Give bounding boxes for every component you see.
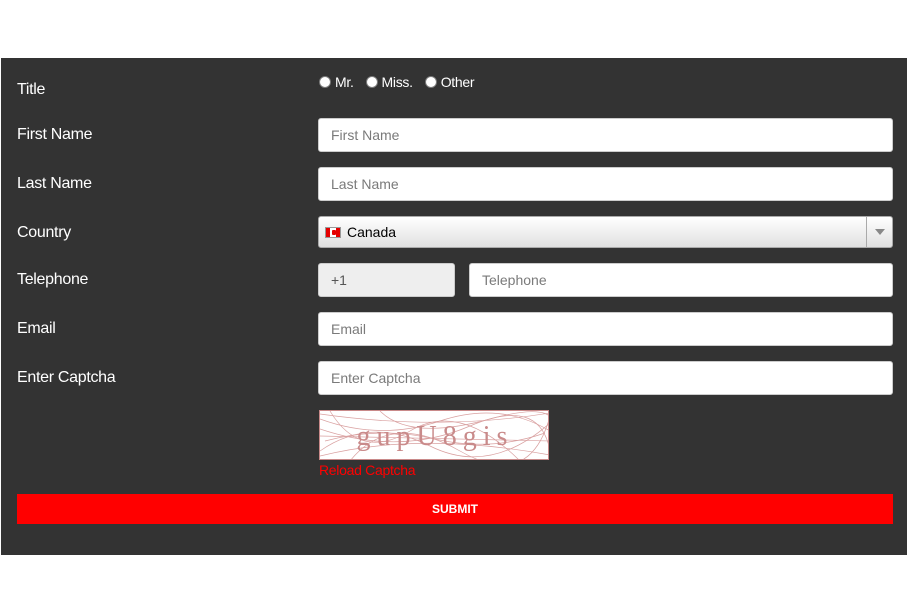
radio-label-other: Other	[440, 74, 475, 90]
email-input[interactable]	[318, 312, 893, 346]
country-select-value: Canada	[347, 224, 397, 240]
radio-button[interactable]	[424, 76, 437, 88]
telephone-input[interactable]	[469, 263, 893, 297]
dial-code-field: +1	[318, 263, 455, 297]
title-label: Title	[17, 81, 46, 98]
captcha-input[interactable]	[318, 361, 893, 395]
registration-form: Title Mr. Miss. Other First Name Last Na…	[1, 58, 907, 555]
country-select[interactable]: Canada	[318, 216, 893, 248]
first-name-label: First Name	[17, 126, 93, 143]
title-radio-mr[interactable]: Mr.	[319, 74, 354, 90]
radio-button[interactable]	[365, 76, 378, 88]
radio-button[interactable]	[319, 76, 331, 88]
captcha-image: gupU8gis	[319, 410, 549, 460]
title-radio-miss[interactable]: Miss.	[365, 74, 413, 90]
captcha-text: gupU8gis	[357, 421, 514, 452]
radio-label-mr: Mr.	[335, 74, 354, 90]
canada-flag-icon	[325, 226, 341, 238]
captcha-label: Enter Captcha	[17, 369, 116, 386]
telephone-label: Telephone	[17, 271, 89, 288]
last-name-label: Last Name	[17, 175, 92, 192]
title-radio-group: Mr. Miss. Other	[319, 74, 486, 90]
email-label: Email	[17, 320, 56, 337]
country-label: Country	[17, 224, 71, 241]
reload-captcha-link[interactable]: Reload Captcha	[319, 462, 416, 478]
submit-button[interactable]: SUBMIT	[17, 494, 893, 524]
last-name-input[interactable]	[318, 167, 893, 201]
chevron-down-icon[interactable]	[866, 217, 892, 247]
first-name-input[interactable]	[318, 118, 893, 152]
radio-label-miss: Miss.	[381, 74, 413, 90]
title-radio-other[interactable]: Other	[424, 74, 475, 90]
